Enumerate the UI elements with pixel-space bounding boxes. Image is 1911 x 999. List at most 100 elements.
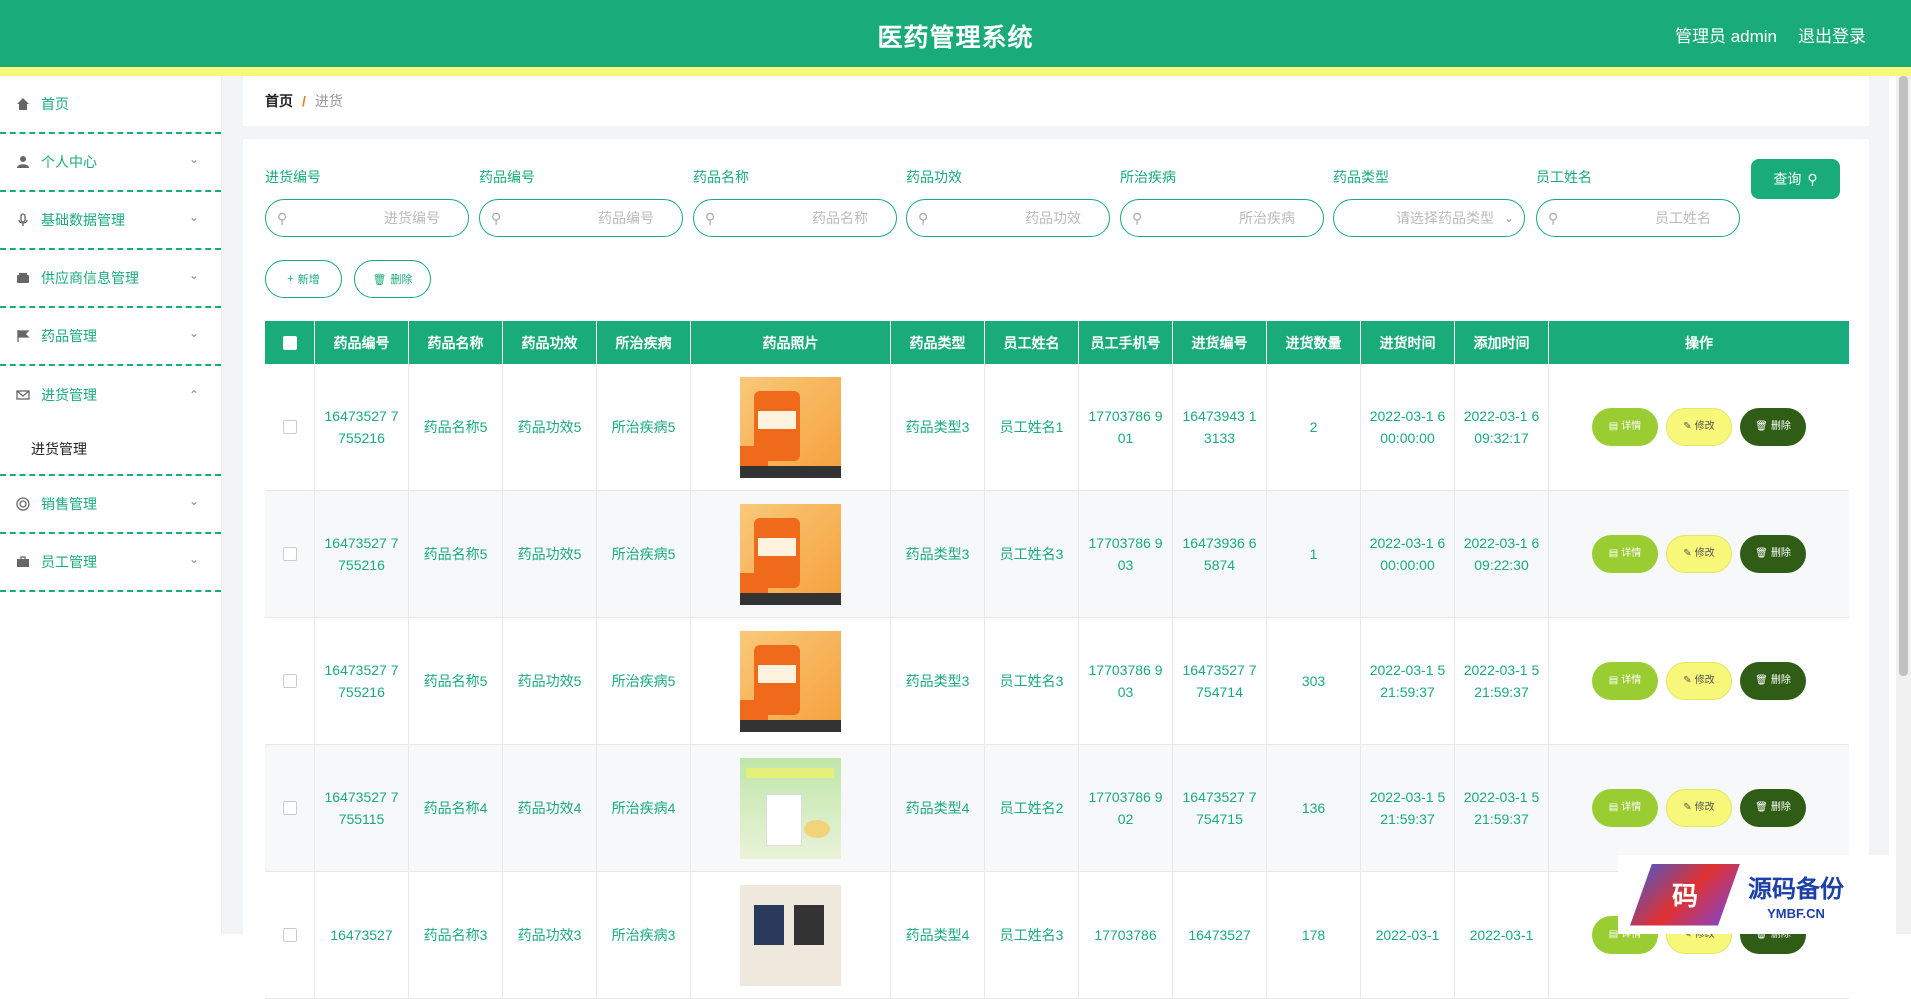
drug-name-cell: 药品名称3 <box>409 872 503 998</box>
purchase-time-cell: 2022-03-1 6 00:00:00 <box>1361 491 1455 617</box>
row-checkbox[interactable] <box>282 674 297 688</box>
column-header[interactable]: 员工手机号 <box>1079 321 1173 364</box>
sidebar-subitem-purchase[interactable]: 进货管理 <box>0 424 221 476</box>
filter-label: 药品编号 <box>479 169 535 185</box>
delete-button[interactable]: 🗑 删除 <box>1740 535 1806 573</box>
table-row: 16473527 7755216 药品名称5 药品功效5 所治疾病5 药品类型3 员工姓名… <box>265 364 1849 491</box>
column-header[interactable]: 进货时间 <box>1361 321 1455 364</box>
chevron-down-icon: ⌄ <box>188 326 199 340</box>
breadcrumb-separator: / <box>302 93 306 109</box>
sidebar-item-profile[interactable]: 个人中心 ⌄ <box>0 134 221 192</box>
content-panel: 进货编号 ⚲ 进货编号 药品编号 ⚲ 药品编号 药品名称 ⚲ 药品名称 药品功效 ⚲ 药… <box>243 139 1869 999</box>
scrollbar-thumb[interactable] <box>1899 76 1908 676</box>
staff-name-input[interactable]: ⚲ 员工姓名 <box>1536 199 1740 237</box>
sidebar-item-staff[interactable]: 员工管理 ⌄ <box>0 534 221 592</box>
drug-no-cell: 16473527 7755216 <box>315 491 409 617</box>
drug-name-cell: 药品名称4 <box>409 745 503 871</box>
breadcrumb-home[interactable]: 首页 <box>265 91 293 111</box>
disease-cell: 所治疾病5 <box>597 491 691 617</box>
column-header[interactable]: 药品功效 <box>503 321 597 364</box>
row-checkbox[interactable] <box>282 420 297 434</box>
doc-icon: ▤ <box>1608 421 1619 432</box>
select-all-checkbox[interactable] <box>282 335 297 350</box>
query-button[interactable]: 查询 ⚲ <box>1751 159 1840 199</box>
doc-icon: ▤ <box>1608 675 1619 686</box>
vertical-scrollbar[interactable] <box>1896 76 1911 934</box>
column-header[interactable]: 员工姓名 <box>985 321 1079 364</box>
batch-delete-button[interactable]: 🗑 删除 <box>354 260 431 298</box>
trash-icon: 🗑 <box>1755 421 1768 432</box>
column-header[interactable]: 操作 <box>1549 321 1849 364</box>
delete-button[interactable]: 🗑 删除 <box>1740 408 1806 446</box>
disease-input[interactable]: ⚲ 所治疾病 <box>1120 199 1324 237</box>
drug-no-cell: 16473527 7755115 <box>315 745 409 871</box>
detail-button[interactable]: ▤ 详情 <box>1592 789 1658 827</box>
flag-icon <box>15 328 31 344</box>
purchase-time-cell: 2022-03-1 <box>1361 872 1455 998</box>
detail-button[interactable]: ▤ 详情 <box>1592 408 1658 446</box>
drug-name-cell: 药品名称5 <box>409 618 503 744</box>
purchase-qty-cell: 1 <box>1267 491 1361 617</box>
column-header[interactable]: 添加时间 <box>1455 321 1549 364</box>
sidebar-item-purchase[interactable]: 进货管理 ⌃ <box>0 366 221 424</box>
drug-photo <box>740 376 841 478</box>
drug-effect-input[interactable]: ⚲ 药品功效 <box>906 199 1110 237</box>
sidebar-item-drugs[interactable]: 药品管理 ⌄ <box>0 308 221 366</box>
search-icon: ⚲ <box>491 210 502 226</box>
row-checkbox[interactable] <box>282 547 297 561</box>
pencil-icon: ✎ <box>1683 421 1692 432</box>
drug-no-input[interactable]: ⚲ 药品编号 <box>479 199 683 237</box>
purchase-no-cell: 16473943 13133 <box>1173 364 1267 490</box>
edit-button[interactable]: ✎ 修改 <box>1666 662 1732 700</box>
doc-icon: ▤ <box>1608 929 1619 940</box>
column-header[interactable]: 药品类型 <box>891 321 985 364</box>
sidebar-item-base-data[interactable]: 基础数据管理 ⌄ <box>0 192 221 250</box>
delete-button[interactable]: 🗑 删除 <box>1740 662 1806 700</box>
purchase-no-cell: 16473527 7754714 <box>1173 618 1267 744</box>
plus-icon: + <box>287 273 294 285</box>
trash-icon: 🗑 <box>1755 675 1768 686</box>
row-checkbox[interactable] <box>282 801 297 815</box>
column-header[interactable]: 进货数量 <box>1267 321 1361 364</box>
sidebar-item-home[interactable]: 首页 <box>0 76 221 134</box>
drug-effect-cell: 药品功效3 <box>503 872 597 998</box>
row-checkbox[interactable] <box>282 928 297 942</box>
detail-button[interactable]: ▤ 详情 <box>1592 535 1658 573</box>
column-header[interactable]: 药品名称 <box>409 321 503 364</box>
microphone-icon <box>15 212 31 228</box>
column-header[interactable]: 药品编号 <box>315 321 409 364</box>
row-select-cell <box>265 491 315 617</box>
purchase-qty-cell: 136 <box>1267 745 1361 871</box>
logout-link[interactable]: 退出登录 <box>1798 22 1866 47</box>
edit-button[interactable]: ✎ 修改 <box>1666 408 1732 446</box>
sidebar-item-supplier[interactable]: 供应商信息管理 ⌄ <box>0 250 221 308</box>
delete-button[interactable]: 🗑 删除 <box>1740 789 1806 827</box>
column-header[interactable]: 药品照片 <box>691 321 891 364</box>
edit-button[interactable]: ✎ 修改 <box>1666 789 1732 827</box>
detail-button[interactable]: ▤ 详情 <box>1592 662 1658 700</box>
row-select-cell <box>265 745 315 871</box>
sidebar-subitem-label: 进货管理 <box>31 441 87 457</box>
purchase-qty-cell: 2 <box>1267 364 1361 490</box>
add-button[interactable]: + 新增 <box>265 260 342 298</box>
staff-phone-cell: 17703786 <box>1079 872 1173 998</box>
edit-button[interactable]: ✎ 修改 <box>1666 535 1732 573</box>
filter-staff-name: 员工姓名 ⚲ 员工姓名 <box>1536 167 1740 237</box>
sidebar-item-label: 首页 <box>41 96 69 112</box>
drug-name-input[interactable]: ⚲ 药品名称 <box>693 199 897 237</box>
drug-image-cell <box>691 491 891 617</box>
wallet-icon <box>15 270 31 286</box>
table-header: 药品编号 药品名称 药品功效 所治疾病 药品照片 药品类型 员工姓名 员工手机号 进货编号 进货数… <box>265 321 1849 364</box>
filter-drug-name: 药品名称 ⚲ 药品名称 <box>693 167 897 237</box>
sidebar-item-sales[interactable]: 销售管理 ⌄ <box>0 476 221 534</box>
add-time-cell: 2022-03-1 5 21:59:37 <box>1455 618 1549 744</box>
drug-no-cell: 16473527 7755216 <box>315 364 409 490</box>
operations-cell: ▤ 详情 ✎ 修改 🗑 删除 <box>1549 491 1849 617</box>
purchase-no-input[interactable]: ⚲ 进货编号 <box>265 199 469 237</box>
purchase-time-cell: 2022-03-1 6 00:00:00 <box>1361 364 1455 490</box>
column-header[interactable]: 进货编号 <box>1173 321 1267 364</box>
column-header[interactable]: 所治疾病 <box>597 321 691 364</box>
sidebar-item-label: 供应商信息管理 <box>41 270 139 286</box>
drug-type-select[interactable]: 请选择药品类型 ⌄ <box>1333 199 1525 237</box>
staff-phone-cell: 17703786 903 <box>1079 618 1173 744</box>
